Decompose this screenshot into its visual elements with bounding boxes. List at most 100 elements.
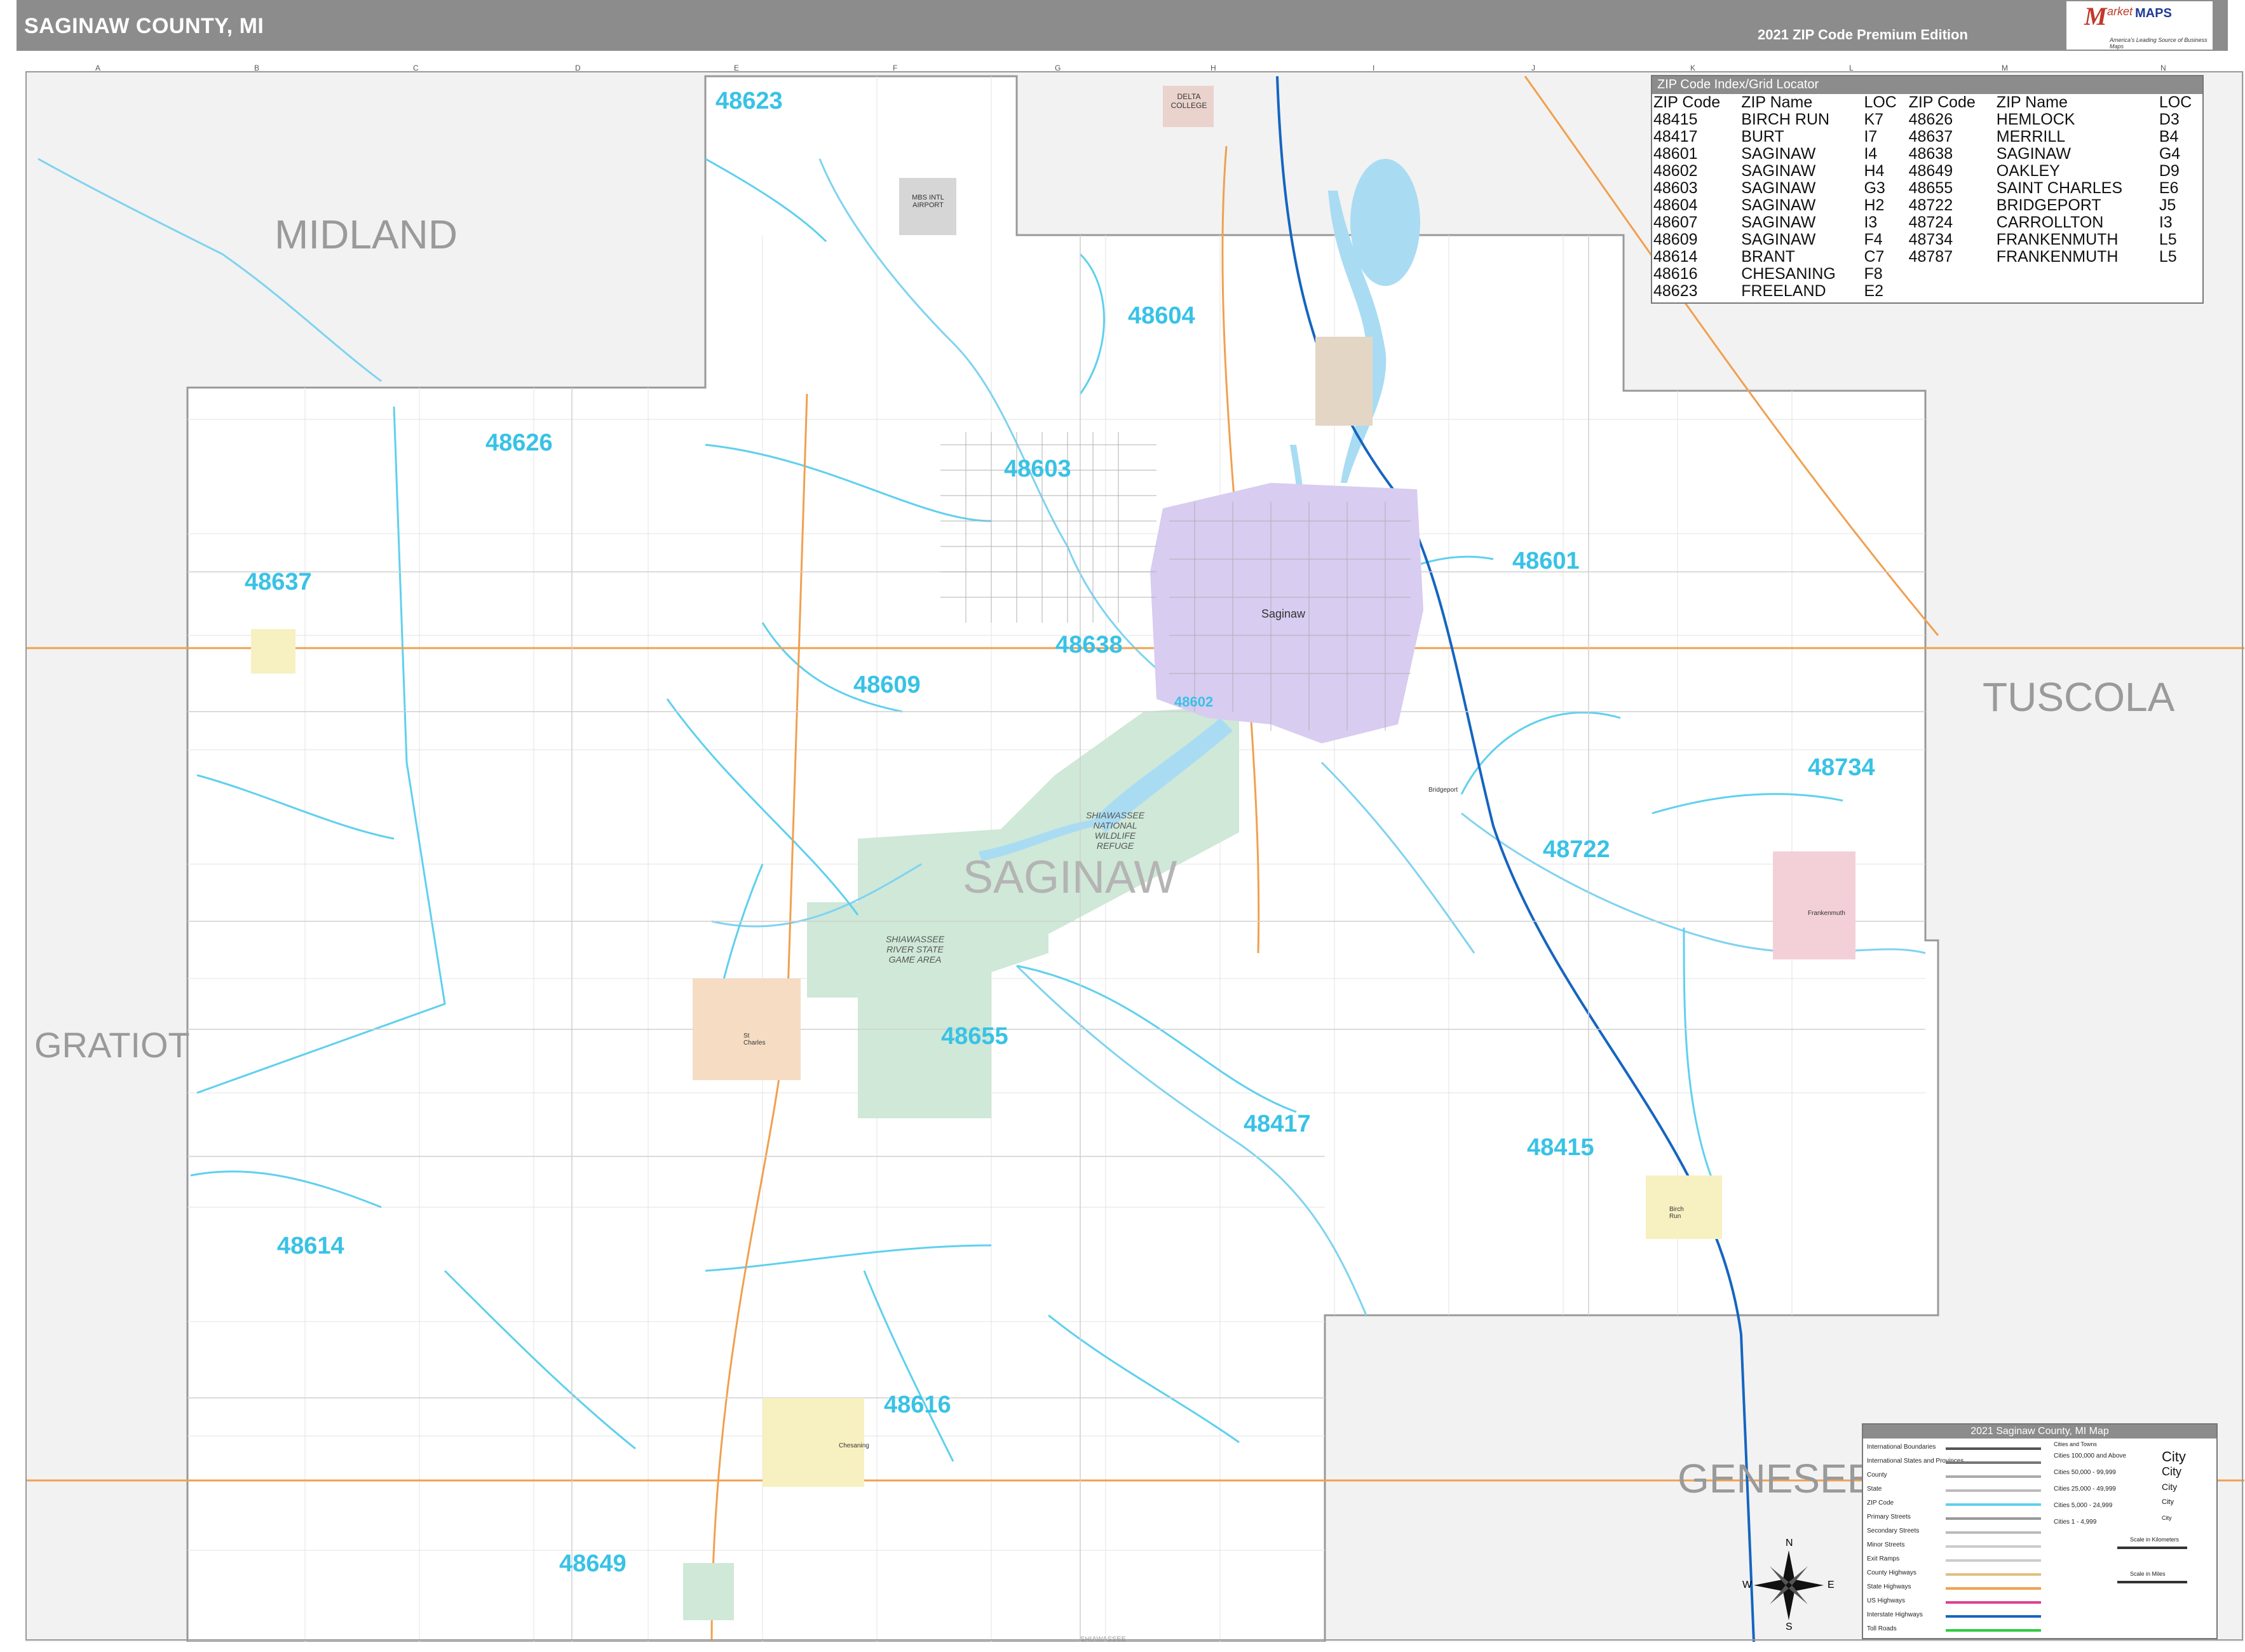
place-st-charles: St Charles: [743, 1032, 766, 1046]
table-cell: 48616: [1653, 265, 1698, 283]
legend-item-label: Toll Roads: [1867, 1625, 1897, 1632]
table-cell: 48734: [1908, 231, 1953, 248]
table-cell: FRANKENMUTH: [1996, 248, 2119, 266]
table-cell: J5: [2159, 196, 2176, 214]
market-maps-logo: M arket MAPS America's Leading Source of…: [2066, 1, 2213, 50]
table-cell: [2158, 283, 2202, 300]
zip-label-48655: 48655: [941, 1023, 1008, 1050]
legend-item-label: Secondary Streets: [1867, 1527, 1920, 1534]
logo-tagline: America's Leading Source of Business Map…: [2110, 37, 2208, 50]
place-bridgeport: Bridgeport: [1428, 787, 1458, 794]
legend-item-label: Primary Streets: [1867, 1513, 1911, 1520]
zip-label-48623: 48623: [716, 88, 783, 114]
table-cell: G4: [2159, 145, 2181, 163]
col-header: LOC: [1864, 93, 1897, 111]
legend-item-label: State: [1867, 1486, 1882, 1493]
table-cell: 48603: [1653, 179, 1698, 197]
city-class-sample: City: [2162, 1515, 2172, 1521]
scale-mi-label: Scale in Miles: [2130, 1571, 2166, 1577]
table-cell: C7: [1864, 248, 1885, 266]
table-cell: 48722: [1908, 196, 1953, 214]
compass-e: E: [1828, 1580, 1835, 1590]
county-label-genesee: GENESEE: [1678, 1456, 1875, 1501]
table-row: 48614 BRANT C7 48787 FRANKENMUTH L5: [1652, 248, 2202, 266]
table-cell: [1995, 266, 2158, 283]
legend-swatch: [1946, 1503, 2041, 1506]
table-cell: 48626: [1908, 111, 1953, 128]
table-cell: 48787: [1908, 248, 1953, 266]
legend-item-label: County Highways: [1867, 1569, 1916, 1576]
table-cell: SAGINAW: [1741, 179, 1816, 197]
city-class-label: Cities 5,000 - 24,999: [2054, 1502, 2113, 1509]
zip-index-rows: 48415 BIRCH RUN K7 48626 HEMLOCK D3 48417 BURT I…: [1652, 111, 2202, 300]
legend-title: 2021 Saginaw County, MI Map: [1863, 1425, 2216, 1439]
table-cell: [1995, 283, 2158, 300]
table-cell: SAINT CHARLES: [1996, 179, 2123, 197]
zip-label-48638: 48638: [1055, 632, 1123, 658]
table-row: 48604 SAGINAW H2 48722 BRIDGEPORT J5: [1652, 197, 2202, 214]
zip-label-48637: 48637: [245, 569, 312, 595]
table-row: 48602 SAGINAW H4 48649 OAKLEY D9: [1652, 163, 2202, 180]
table-row: 48603 SAGINAW G3 48655 SAINT CHARLES E6: [1652, 180, 2202, 197]
zip-label-48722: 48722: [1543, 836, 1610, 863]
table-cell: I3: [1864, 213, 1878, 231]
zip-index-panel: ZIP Code Index/Grid Locator ZIP Code ZIP…: [1651, 75, 2204, 304]
legend-item-label: ZIP Code: [1867, 1500, 1894, 1506]
place-game-area: SHIAWASSEE RIVER STATE GAME AREA: [885, 934, 945, 965]
logo-maps: MAPS: [2135, 6, 2172, 20]
city-class-sample: City: [2162, 1449, 2186, 1465]
table-cell: SAGINAW: [1741, 196, 1816, 214]
place-refuge: SHIAWASSEE NATIONAL WILDLIFE REFUGE: [1085, 810, 1145, 851]
col-header: ZIP Name: [1741, 93, 1813, 111]
zip-label-48734: 48734: [1808, 754, 1875, 781]
table-cell: FREELAND: [1741, 282, 1826, 300]
compass-icon: [1754, 1550, 1824, 1620]
table-cell: I7: [1864, 128, 1878, 146]
table-row: 48616 CHESANING F8: [1652, 266, 2202, 283]
city-class-label: Cities 25,000 - 49,999: [2054, 1486, 2116, 1493]
legend-item-label: County: [1867, 1472, 1887, 1479]
county-label-shiawassee: SHIAWASSEE: [1080, 1635, 1126, 1643]
table-cell: [1908, 266, 1995, 283]
zip-label-48601: 48601: [1512, 548, 1580, 574]
table-row: 48415 BIRCH RUN K7 48626 HEMLOCK D3: [1652, 111, 2202, 128]
table-cell: B4: [2159, 128, 2179, 146]
legend-item-label: Exit Ramps: [1867, 1555, 1900, 1562]
scale-km-label: Scale in Kilometers: [2130, 1536, 2180, 1543]
table-cell: L5: [2159, 248, 2177, 266]
logo-arket: arket: [2107, 5, 2133, 18]
county-label-gratiot: GRATIOT: [34, 1025, 190, 1065]
table-cell: SAGINAW: [1741, 213, 1816, 231]
table-cell: BURT: [1741, 128, 1784, 146]
legend-swatch: [1946, 1601, 2041, 1604]
table-cell: OAKLEY: [1996, 162, 2060, 180]
table-row: 48601 SAGINAW I4 48638 SAGINAW G4: [1652, 146, 2202, 163]
city-class-sample: City: [2162, 1482, 2178, 1492]
zip-label-48614: 48614: [277, 1233, 344, 1259]
zip-label-48649: 48649: [559, 1550, 627, 1577]
table-cell: BIRCH RUN: [1741, 111, 1830, 128]
header-bar: SAGINAW COUNTY, MI 2021 ZIP Code Premium…: [17, 0, 2228, 51]
legend-swatch: [1946, 1573, 2041, 1576]
table-cell: E6: [2159, 179, 2179, 197]
map-title: SAGINAW COUNTY, MI: [24, 14, 264, 38]
city-class-sample: City: [2162, 1498, 2174, 1506]
table-cell: F8: [1864, 265, 1883, 283]
legend-swatch: [1946, 1587, 2041, 1590]
legend-swatch: [1946, 1447, 2041, 1450]
cities-heading: Cities and Towns: [2054, 1441, 2097, 1447]
frankenmuth-area: [1773, 851, 1855, 959]
edition-label: 2021 ZIP Code Premium Edition: [1758, 27, 1968, 43]
legend-item-label: Interstate Highways: [1867, 1611, 1923, 1618]
map-legend: 2021 Saginaw County, MI Map Internationa…: [1862, 1423, 2218, 1639]
place-birch-run: Birch Run: [1669, 1206, 1684, 1220]
table-cell: L5: [2159, 231, 2177, 248]
legend-swatch: [1946, 1461, 2041, 1464]
oakley-area: [683, 1563, 734, 1620]
legend-swatch: [1946, 1559, 2041, 1562]
table-row: 48623 FREELAND E2: [1652, 283, 2202, 300]
legend-swatch: [1946, 1489, 2041, 1492]
table-cell: 48417: [1653, 128, 1698, 146]
table-cell: [1908, 283, 1995, 300]
table-cell: CARROLLTON: [1996, 213, 2104, 231]
